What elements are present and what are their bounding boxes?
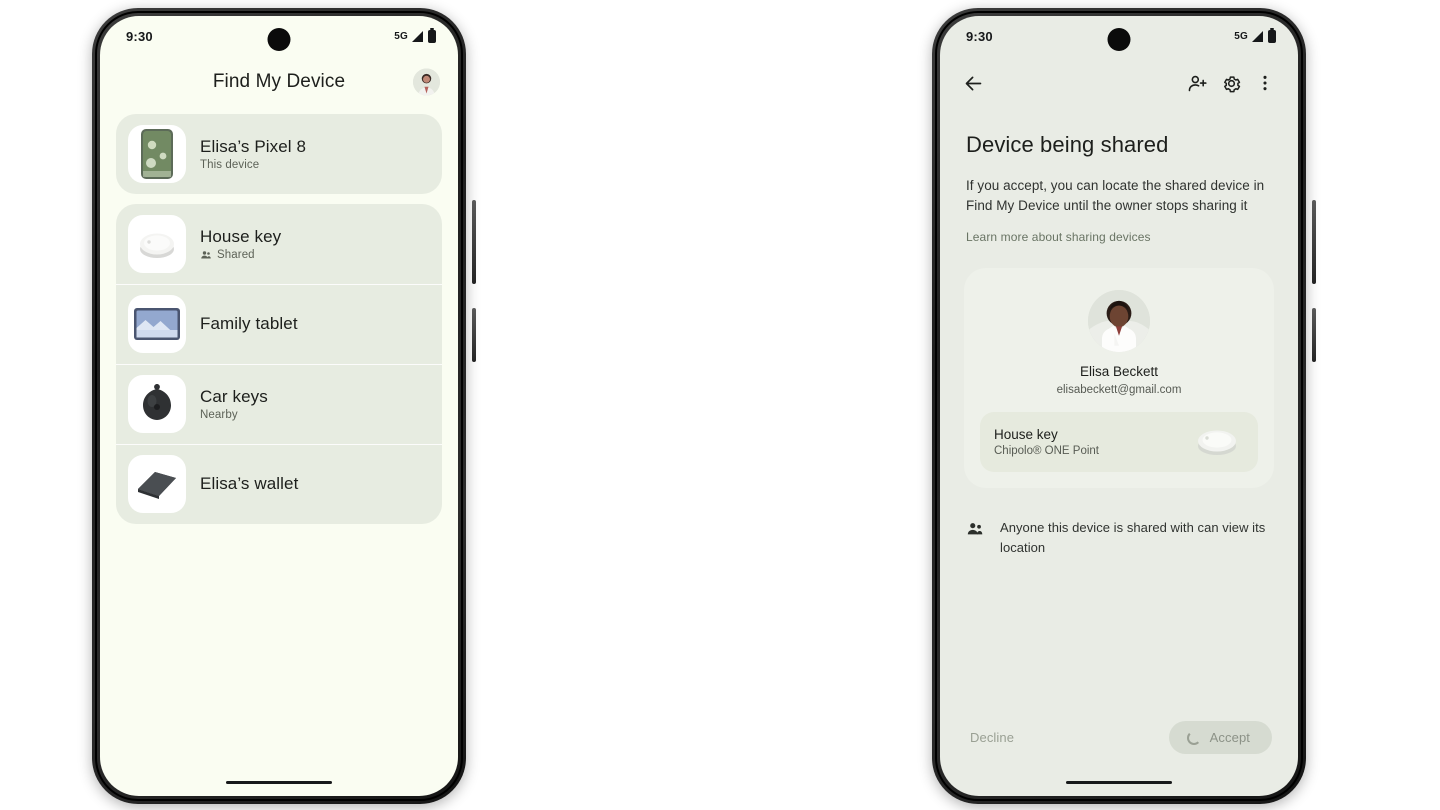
status-clock: 9:30 — [966, 28, 993, 44]
people-group-icon — [966, 520, 984, 543]
loading-spinner-icon — [1186, 730, 1201, 745]
shared-device-model: Chipolo® ONE Point — [994, 445, 1099, 457]
gesture-navigation-bar[interactable] — [226, 780, 332, 784]
device-card-group: House key Shared Family tablet Car keys … — [116, 204, 442, 524]
battery-icon — [428, 27, 436, 43]
front-camera-punch-hole — [1107, 28, 1131, 51]
signal-bars-icon — [412, 30, 423, 42]
device-list: Elisa’s Pixel 8 This device House key Sh… — [100, 108, 458, 524]
gear-icon[interactable] — [1214, 66, 1248, 100]
learn-more-link[interactable]: Learn more about sharing devices — [966, 230, 1151, 244]
share-details-card: Elisa Beckett elisabeckett@gmail.com Hou… — [964, 268, 1274, 488]
volume-button-left-phone[interactable] — [472, 200, 476, 284]
device-text: Car keys Nearby — [200, 387, 268, 421]
tracker-tag-thumbnail — [1190, 425, 1244, 459]
phone-right: 9:30 5G Device being shared If you accep… — [932, 8, 1316, 804]
decline-button[interactable]: Decline — [966, 722, 1018, 753]
device-name: Elisa’s Pixel 8 — [200, 137, 307, 156]
device-name: Family tablet — [200, 314, 298, 333]
list-item[interactable]: Elisa’s wallet — [116, 444, 442, 524]
accept-button[interactable]: Accept — [1168, 721, 1272, 754]
device-text: Family tablet — [200, 314, 298, 334]
gesture-navigation-bar[interactable] — [1066, 780, 1172, 784]
status-bar-right: 9:30 5G — [940, 16, 1298, 56]
sharing-notice-text: Anyone this device is shared with can vi… — [1000, 520, 1266, 555]
accept-button-label: Accept — [1209, 730, 1250, 745]
account-avatar[interactable] — [413, 68, 440, 96]
device-subtitle: Nearby — [200, 409, 268, 421]
device-subtitle: Shared — [200, 249, 281, 261]
phone-left: 9:30 5G Find My Device Elisa’s Pixel 8 T… — [92, 8, 476, 804]
person-email: elisabeckett@gmail.com — [1056, 384, 1182, 396]
device-subtitle-text: Nearby — [200, 409, 238, 421]
device-text: House key Shared — [200, 227, 281, 261]
list-item[interactable]: Elisa’s Pixel 8 This device — [116, 114, 442, 194]
device-card-primary: Elisa’s Pixel 8 This device — [116, 114, 442, 194]
device-subtitle: This device — [200, 159, 306, 171]
sharing-notice: Anyone this device is shared with can vi… — [940, 488, 1298, 558]
volume-button-right-phone[interactable] — [1312, 200, 1316, 284]
tablet-thumbnail — [128, 295, 186, 353]
tracker-tag-thumbnail — [128, 215, 186, 273]
key-fob-thumbnail — [128, 375, 186, 433]
phone-thumbnail — [128, 125, 186, 183]
device-text: Elisa’s wallet — [200, 474, 298, 494]
shared-device-item[interactable]: House key Chipolo® ONE Point — [980, 412, 1258, 472]
battery-icon — [1268, 27, 1276, 43]
more-vertical-icon[interactable] — [1248, 66, 1282, 100]
shared-device-name: House key — [994, 427, 1058, 442]
device-name: Car keys — [200, 387, 268, 406]
screen-device-being-shared: 9:30 5G Device being shared If you accep… — [940, 16, 1298, 796]
shared-device-text: House key Chipolo® ONE Point — [994, 427, 1099, 457]
page-title: Find My Device — [212, 71, 346, 92]
device-name: Elisa’s wallet — [200, 474, 299, 493]
person-name: Elisa Beckett — [1079, 364, 1159, 379]
status-indicators-left: 5G — [394, 27, 436, 43]
network-label: 5G — [1234, 30, 1248, 42]
device-text: Elisa’s Pixel 8 This device — [200, 137, 306, 171]
list-item[interactable]: Car keys Nearby — [116, 364, 442, 444]
screen-find-my-device: 9:30 5G Find My Device Elisa’s Pixel 8 T… — [100, 16, 458, 796]
back-arrow-icon[interactable] — [956, 66, 990, 100]
status-bar-left: 9:30 5G — [100, 16, 458, 56]
sheet-body: Device being shared If you accept, you c… — [940, 110, 1298, 246]
top-app-bar — [940, 56, 1298, 110]
person-photo-avatar — [1088, 290, 1150, 352]
action-bar: Decline Accept — [940, 721, 1298, 754]
power-button-right-phone[interactable] — [1312, 308, 1316, 362]
screenshot-stage: 9:30 5G Find My Device Elisa’s Pixel 8 T… — [0, 0, 1440, 810]
wallet-thumbnail — [128, 455, 186, 513]
people-shared-icon — [201, 251, 211, 259]
person-add-icon[interactable] — [1180, 66, 1214, 100]
sheet-description: If you accept, you can locate the shared… — [966, 178, 1265, 213]
list-item[interactable]: House key Shared — [116, 204, 442, 284]
app-bar-find-my-device: Find My Device — [100, 56, 458, 108]
page-title: Device being shared — [966, 132, 1169, 157]
device-subtitle-text: Shared — [217, 249, 255, 261]
list-item[interactable]: Family tablet — [116, 284, 442, 364]
front-camera-punch-hole — [267, 28, 291, 51]
status-indicators-right: 5G — [1234, 27, 1276, 43]
device-name: House key — [200, 227, 282, 246]
power-button-left-phone[interactable] — [472, 308, 476, 362]
signal-bars-icon — [1252, 30, 1263, 42]
network-label: 5G — [394, 30, 408, 42]
device-subtitle-text: This device — [200, 159, 260, 171]
status-clock: 9:30 — [126, 28, 153, 44]
